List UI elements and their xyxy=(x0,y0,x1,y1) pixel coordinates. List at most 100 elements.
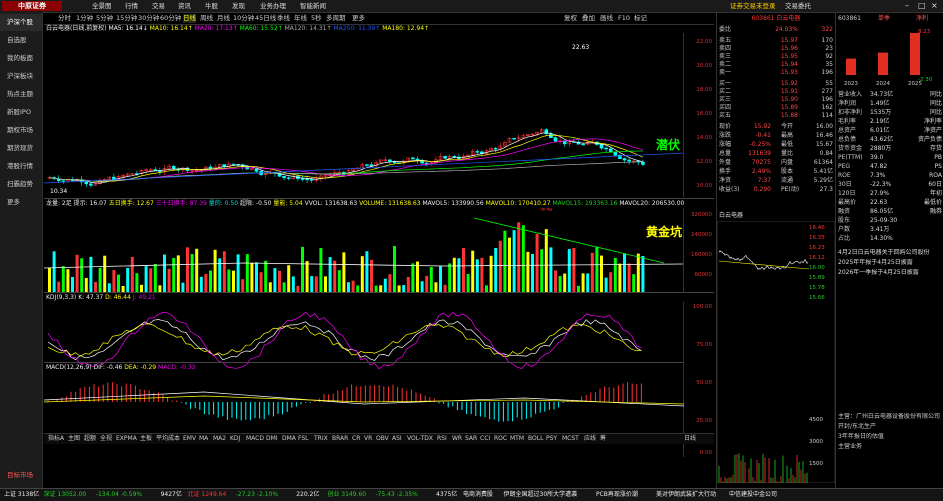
sidebar-item[interactable]: 期货现货 xyxy=(0,140,42,157)
indicator-tab[interactable]: ROC xyxy=(494,434,507,444)
mark-button[interactable]: 标记 xyxy=(634,14,647,23)
period-tab[interactable]: 更多 xyxy=(352,14,365,23)
sidebar-item[interactable]: 新股IPO xyxy=(0,104,42,121)
status-index[interactable]: 创业 3149.60 xyxy=(327,490,366,500)
indicator-tab[interactable]: WR xyxy=(452,434,462,444)
news-ticker-item[interactable]: 中信建投中金公司 xyxy=(729,490,777,500)
sidebar-item[interactable]: 自选股 xyxy=(0,32,42,49)
status-index[interactable]: -27.23 -2.10% xyxy=(236,490,278,500)
status-index[interactable]: 上证 3138亿 xyxy=(4,490,39,500)
order-book-row[interactable]: 卖五 15.97 170 xyxy=(719,37,833,45)
order-book-row[interactable]: 卖三 15.95 92 xyxy=(719,53,833,61)
period-tab[interactable]: 多周期 xyxy=(326,14,346,23)
menu-item[interactable]: 资讯 xyxy=(178,1,191,11)
indicator-tab[interactable]: PSY xyxy=(546,434,557,444)
tab-quarter[interactable]: 单季 xyxy=(878,15,890,24)
status-index[interactable]: 深证 13052.00 xyxy=(44,490,87,500)
period-tab[interactable]: 15分钟 xyxy=(116,14,137,23)
tab-net-profit[interactable]: 净利 xyxy=(916,15,928,24)
period-tab[interactable]: 年线 xyxy=(294,14,307,23)
status-index[interactable]: -134.04 -0.59% xyxy=(96,490,142,500)
indicator-tab[interactable]: BRAR xyxy=(332,434,348,444)
menu-item[interactable]: 牛股 xyxy=(205,1,218,11)
indicator-tab[interactable]: OBV xyxy=(376,434,389,444)
indicator-tab[interactable]: CR xyxy=(352,434,360,444)
indicator-tab[interactable]: MCST xyxy=(562,434,579,444)
period-tab[interactable]: 分时 xyxy=(58,14,71,23)
maximize-icon[interactable]: □ xyxy=(918,1,926,11)
order-book-row[interactable]: 买五 15.88 114 xyxy=(719,112,833,120)
indicator-tab[interactable]: EXPMA xyxy=(116,434,137,444)
news-item[interactable]: 2026年一季报于4月25日披露 xyxy=(838,269,942,278)
indicator-tab[interactable]: EMV xyxy=(183,434,196,444)
menu-item[interactable]: 行情 xyxy=(125,1,138,11)
indicator-tab[interactable]: RSI xyxy=(437,434,447,444)
news-ticker-item[interactable]: 美对伊朗武装扩大行动 xyxy=(656,490,716,500)
news-item[interactable]: 2025年年报于4月25日披露 xyxy=(838,259,942,268)
news-item[interactable]: 4月2日白云电器关于回购公司股份 xyxy=(838,249,942,258)
sidebar-item[interactable]: 扫霸趋势 xyxy=(0,176,42,193)
period-tab[interactable]: 60分钟 xyxy=(160,14,181,23)
order-book-row[interactable]: 卖二 15.94 35 xyxy=(719,61,833,69)
minimize-icon[interactable]: – xyxy=(905,1,909,11)
indicator-tab[interactable]: SAR xyxy=(465,434,477,444)
indicator-tab[interactable]: TRIX xyxy=(314,434,328,444)
indicator-tab[interactable]: 主图 xyxy=(68,434,80,444)
indicator-tab[interactable]: MA2 xyxy=(213,434,226,444)
indicator-tab[interactable]: 指标A xyxy=(48,434,64,444)
order-book-row[interactable]: 卖一 15.93 196 xyxy=(719,69,833,77)
indicator-tab[interactable]: FSL xyxy=(298,434,309,444)
period-tab-active[interactable]: 日线 xyxy=(183,14,196,23)
indicator-tab[interactable]: 应线 xyxy=(584,434,596,444)
status-index[interactable]: -75.43 -2.35% xyxy=(375,490,417,500)
period-tab[interactable]: 月线 xyxy=(217,14,230,23)
sidebar-item[interactable]: 热点主题 xyxy=(0,86,42,103)
menu-item[interactable]: 发现 xyxy=(232,1,245,11)
indicator-tab[interactable]: BOLL xyxy=(528,434,543,444)
sidebar-bottom-item[interactable]: 目标市场 xyxy=(0,467,42,484)
menu-item[interactable]: 智能新闻 xyxy=(300,1,326,11)
indicator-tab[interactable]: MTM xyxy=(510,434,524,444)
main-chart-panel[interactable]: 白云电器(日线,前复权) MA5: 16.14↓ MA10: 16.14↑ MA… xyxy=(44,24,714,199)
indicator-tab[interactable]: CCI xyxy=(480,434,490,444)
indicator-tab[interactable]: 日线 xyxy=(684,434,696,444)
period-tab[interactable]: 45日线 xyxy=(255,14,276,23)
login-status[interactable]: 证券交易未登录 xyxy=(730,1,776,11)
indicator-tab[interactable]: 主板 xyxy=(140,434,152,444)
order-book-row[interactable]: 买四 15.89 162 xyxy=(719,104,833,112)
order-book-row[interactable]: 买二 15.91 277 xyxy=(719,88,833,96)
indicator-tab[interactable]: 平均成本 xyxy=(156,434,180,444)
period-tab[interactable]: 5秒 xyxy=(311,14,322,23)
news-ticker-item[interactable]: PCB再现涨价潮 xyxy=(596,490,638,500)
macd-panel[interactable]: MACD(12,26,9) DIF: -0.46 DEA: -0.29 MACD… xyxy=(44,362,684,433)
menu-item[interactable]: 业务办理 xyxy=(260,1,286,11)
indicator-tab[interactable]: 全视 xyxy=(100,434,112,444)
menu-item[interactable]: 全景图 xyxy=(92,1,112,11)
indicator-tab[interactable]: VOL-TDX xyxy=(407,434,433,444)
period-tab[interactable]: 10分钟 xyxy=(233,14,254,23)
indicator-tab[interactable]: VR xyxy=(364,434,372,444)
sidebar-item[interactable]: 期权市场 xyxy=(0,122,42,139)
indicator-tab[interactable]: MA xyxy=(199,434,208,444)
sidebar-item[interactable]: 更多 xyxy=(0,194,42,211)
news-ticker-item[interactable]: 伊朗全国超过30所大学遭袭 xyxy=(504,490,578,500)
sidebar-item[interactable]: 港股行情 xyxy=(0,158,42,175)
order-book-row[interactable]: 买三 15.90 196 xyxy=(719,96,833,104)
period-tab[interactable]: 5分钟 xyxy=(96,14,113,23)
status-index[interactable]: 北证 1249.64 xyxy=(188,490,227,500)
status-index[interactable]: 220.2亿 xyxy=(296,490,319,500)
draw-line-button[interactable]: 画线 xyxy=(600,14,613,23)
indicator-tab[interactable]: 超额 xyxy=(84,434,96,444)
period-tab[interactable]: 1分钟 xyxy=(76,14,93,23)
close-icon[interactable]: × xyxy=(931,1,938,11)
news-ticker-item[interactable]: 电商消费股 xyxy=(463,490,493,500)
sidebar-item[interactable]: 沪深板块 xyxy=(0,68,42,85)
indicator-tab[interactable]: MACD xyxy=(246,434,264,444)
overlay-button[interactable]: 叠加 xyxy=(582,14,595,23)
indicator-tab[interactable]: KDJ xyxy=(230,434,240,444)
order-book-row[interactable]: 卖四 15.96 23 xyxy=(719,45,833,53)
menu-item[interactable]: 交易 xyxy=(152,1,165,11)
volume-panel[interactable]: 龙量: 2足 提示: 16.07 五日换手: 12.67 三十日换手: 87.3… xyxy=(44,199,714,293)
indicator-tab[interactable]: 筹 xyxy=(600,434,606,444)
sidebar-item[interactable]: 我的板面 xyxy=(0,50,42,67)
